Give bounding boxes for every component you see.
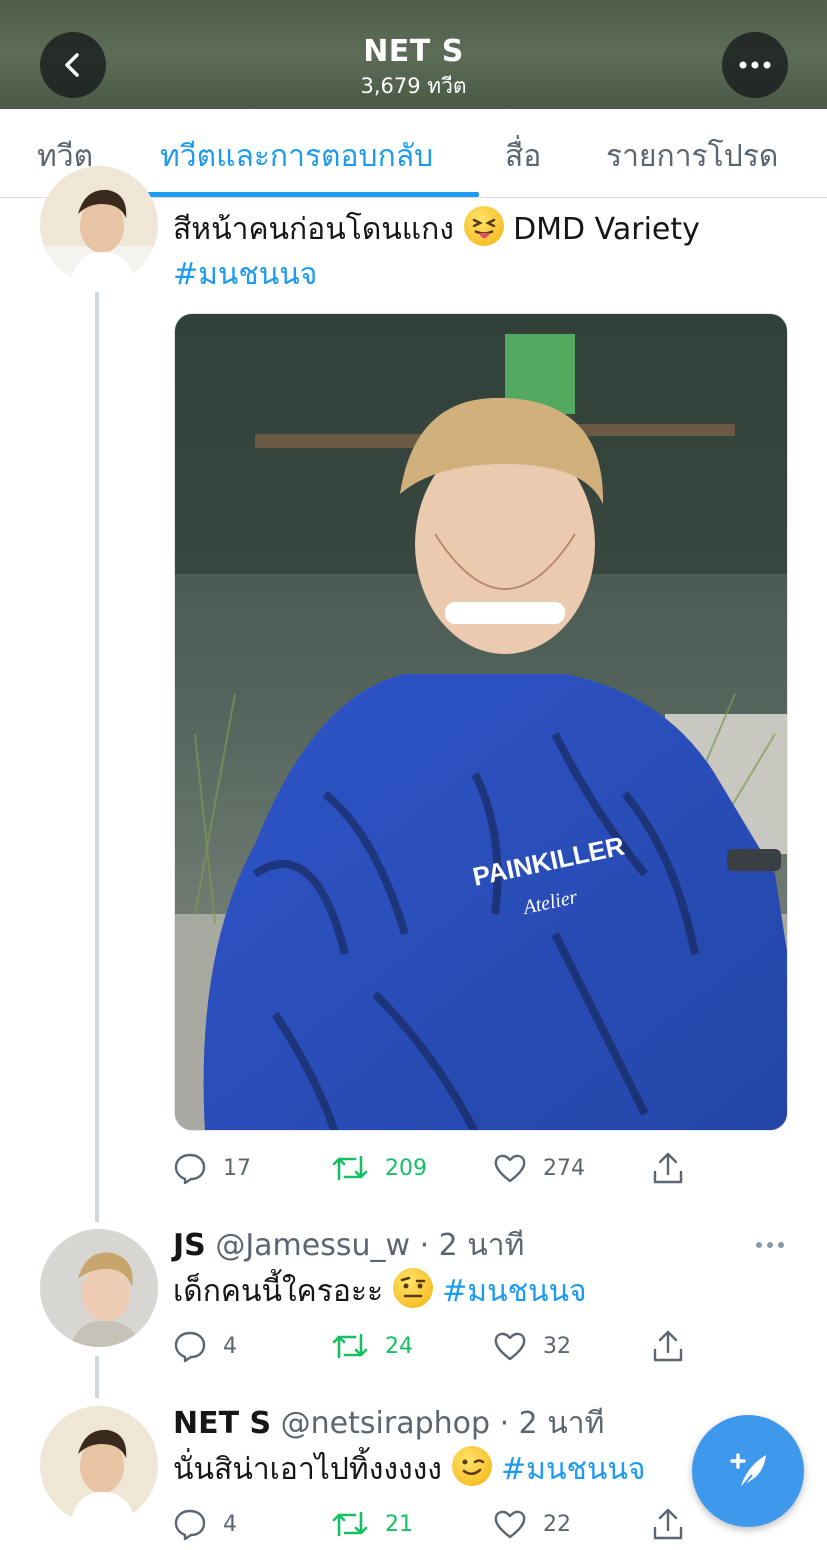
like-count: 22 — [543, 1511, 571, 1537]
hashtag-link[interactable]: #มนชนนจ — [173, 252, 317, 298]
profile-header: NET S 3,679 ทวีต — [0, 0, 827, 109]
author-name[interactable]: NET S — [173, 1406, 271, 1441]
like-icon — [494, 1154, 526, 1183]
tweet-count: 3,679 ทวีต — [360, 74, 467, 98]
reply-button[interactable]: 17 — [173, 1148, 251, 1188]
share-icon — [653, 1508, 683, 1540]
avatar[interactable] — [40, 1229, 158, 1347]
share-button[interactable] — [651, 1326, 685, 1366]
reply-count: 4 — [223, 1511, 237, 1537]
hashtag-link[interactable]: #มนชนนจ — [442, 1274, 586, 1309]
retweet-count: 24 — [385, 1333, 413, 1359]
hashtag-link[interactable]: #มนชนนจ — [501, 1452, 645, 1487]
more-button[interactable] — [722, 32, 788, 98]
winking-face-emoji-icon — [451, 1446, 492, 1486]
reply-icon — [174, 1331, 206, 1363]
tab-tweets-and-replies[interactable]: ทวีตและการตอบกลับ — [160, 133, 433, 180]
tab-likes[interactable]: รายการโปรด — [606, 133, 778, 180]
avatar[interactable] — [40, 1406, 158, 1524]
avatar-image — [40, 166, 158, 284]
reply-author: NET S @netsiraphop · 2 นาที — [173, 1400, 604, 1447]
squinting-tongue-emoji-icon — [463, 206, 504, 246]
share-icon — [653, 1330, 683, 1362]
retweet-icon — [332, 1155, 368, 1181]
like-icon — [494, 1332, 526, 1361]
like-button[interactable]: 22 — [493, 1504, 571, 1544]
tweet-actions: 4 21 22 — [173, 1504, 713, 1544]
more-icon[interactable] — [754, 1240, 786, 1250]
author-handle: @netsiraphop · 2 นาที — [280, 1406, 605, 1441]
reply-button[interactable]: 4 — [173, 1504, 237, 1544]
reply-count: 17 — [223, 1155, 251, 1181]
avatar[interactable] — [40, 166, 158, 284]
avatar-image — [40, 1229, 158, 1347]
tweet-text: สีหน้าคนก่อนโดนแกง DMD Variety — [173, 206, 700, 253]
raised-eyebrow-emoji-icon — [392, 1268, 433, 1308]
retweet-button[interactable]: 209 — [331, 1148, 427, 1188]
thread-line — [95, 1356, 99, 1398]
tweet-text: เด็กคนนี้ใครอะะ #มนชนนจ — [173, 1268, 587, 1315]
like-count: 32 — [543, 1333, 571, 1359]
more-icon — [739, 61, 771, 69]
tab-media[interactable]: สื่อ — [505, 133, 541, 180]
retweet-count: 21 — [385, 1511, 413, 1537]
tweet-actions: 17 209 274 — [173, 1148, 713, 1188]
reply-author: JS @Jamessu_w · 2 นาที — [173, 1222, 524, 1269]
like-button[interactable]: 274 — [493, 1148, 585, 1188]
thread-line — [95, 292, 99, 1222]
share-button[interactable] — [651, 1504, 685, 1544]
share-button[interactable] — [651, 1148, 685, 1188]
author-name[interactable]: JS — [173, 1228, 206, 1263]
compose-tweet-button[interactable] — [692, 1415, 804, 1527]
share-icon — [653, 1152, 683, 1184]
like-count: 274 — [543, 1155, 585, 1181]
retweet-button[interactable]: 21 — [331, 1504, 413, 1544]
reply-icon — [174, 1153, 206, 1185]
active-tab-indicator — [135, 192, 479, 197]
retweet-icon — [332, 1511, 368, 1537]
reply-button[interactable]: 4 — [173, 1326, 237, 1366]
like-button[interactable]: 32 — [493, 1326, 571, 1366]
profile-name: NET S — [363, 34, 464, 69]
tweet-photo: PAINKILLER Atelier — [175, 314, 787, 1130]
reply-icon — [174, 1509, 206, 1541]
reply-count: 4 — [223, 1333, 237, 1359]
tweet-actions: 4 24 32 — [173, 1326, 713, 1366]
retweet-count: 209 — [385, 1155, 427, 1181]
avatar-image — [40, 1406, 158, 1524]
like-icon — [494, 1510, 526, 1539]
retweet-icon — [332, 1333, 368, 1359]
tweet-media[interactable]: PAINKILLER Atelier — [174, 313, 788, 1131]
author-handle: @Jamessu_w · 2 นาที — [215, 1228, 525, 1263]
compose-icon — [730, 1453, 766, 1490]
tweet-text: นั่นสิน่าเอาไปทิ้งงงงง #มนชนนจ — [173, 1446, 645, 1493]
retweet-button[interactable]: 24 — [331, 1326, 413, 1366]
